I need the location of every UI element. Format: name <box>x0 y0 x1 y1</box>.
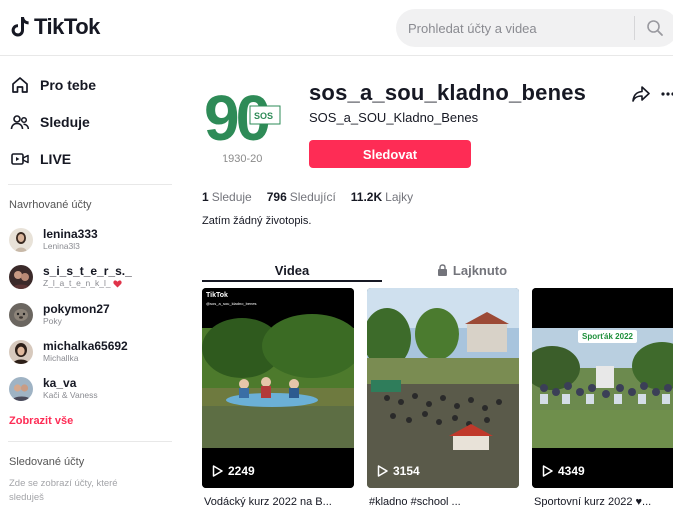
sidebar-divider <box>8 441 172 442</box>
account-nickname: Z_l_a_t_e_n_k_l_ <box>43 278 111 288</box>
account-name: michalka65692 <box>43 339 128 353</box>
nav-following-label: Sleduje <box>40 114 90 130</box>
profile-username: sos_a_sou_kladno_benes <box>309 80 587 105</box>
suggested-account-pokymon27[interactable]: pokymon27 Poky <box>9 302 110 327</box>
tab-videos[interactable]: Videa <box>202 258 382 282</box>
search-button[interactable] <box>635 9 673 47</box>
tab-liked-label: Lajknuto <box>452 262 508 278</box>
video-caption[interactable]: #kladno #school ... <box>369 496 521 507</box>
video-view-count: 4349 <box>558 464 585 478</box>
video-thumbnail <box>532 288 673 488</box>
account-name: ka_va <box>43 376 77 390</box>
tab-videos-label: Videa <box>274 262 310 278</box>
stat-following[interactable]: 1 Sleduje <box>202 190 252 204</box>
search-icon <box>647 20 663 36</box>
likes-count: 11.2K <box>350 190 383 204</box>
profile-display-name: SOS_a_SOU_Kladno_Benes <box>309 110 479 125</box>
suggested-account-lenina333[interactable]: lenina333 Lenina3l3 <box>9 227 98 252</box>
tab-liked[interactable]: Lajknuto <box>382 258 562 282</box>
suggested-account-sisters[interactable]: s_i_s_t_e_r_s._ Z_l_a_t_e_n_k_l_ <box>9 264 132 289</box>
svg-text:SOS: SOS <box>254 111 273 121</box>
video-caption[interactable]: Sportovní kurz 2022 ♥... <box>534 496 673 507</box>
video-view-count: 3154 <box>393 464 420 478</box>
avatar-logo-years: 1930-20 <box>222 153 262 165</box>
suggested-accounts-title: Navrhované účty <box>9 199 92 211</box>
account-name: s_i_s_t_e_r_s._ <box>43 264 132 278</box>
video-caption[interactable]: Vodácký kurz 2022 na B... <box>204 496 356 507</box>
sidebar-divider <box>8 184 172 185</box>
followed-accounts-empty-text: Zde se zobrazí účty, které sleduješ <box>9 478 118 503</box>
play-icon <box>377 465 388 477</box>
likes-label: Lajky <box>385 190 414 204</box>
account-nickname: Kači & Vaness <box>43 390 98 400</box>
nav-following[interactable]: Sleduje <box>10 112 90 132</box>
profile-avatar[interactable]: 90 SOS 1930-20 <box>202 76 294 168</box>
video-views: 4349 <box>542 464 585 478</box>
video-watermark: TikTok @sos_a_sou_kladno_benes <box>206 292 257 306</box>
video-card[interactable]: 3154 <box>367 288 519 488</box>
nav-live-label: LIVE <box>40 151 72 167</box>
video-card[interactable]: TikTok @sos_a_sou_kladno_benes 2249 <box>202 288 354 488</box>
stat-followers[interactable]: 796 Sledující <box>267 190 336 204</box>
suggested-account-ka-va[interactable]: ka_va Kači & Vaness <box>9 376 98 401</box>
following-count: 1 <box>202 190 209 204</box>
profile-bio: Zatím žádný životopis. <box>202 215 312 227</box>
sidebar: Pro tebe Sleduje LIVE Navrhované účty le… <box>0 56 190 507</box>
followers-count: 796 <box>266 190 287 204</box>
suggested-account-michalka65692[interactable]: michalka65692 Michallka <box>9 339 128 364</box>
avatar <box>9 339 33 364</box>
following-icon <box>10 112 30 132</box>
live-icon <box>10 149 30 169</box>
following-label: Sleduje <box>211 190 252 204</box>
more-options-icon[interactable] <box>660 84 673 104</box>
profile-stats: 1 Sleduje 796 Sledující 11.2K Lajky <box>202 190 413 204</box>
video-view-count: 2249 <box>228 464 255 478</box>
account-nickname-row: Z_l_a_t_e_n_k_l_ <box>43 278 132 289</box>
tiktok-note-icon <box>11 17 29 37</box>
logo-wordmark: TikTok <box>34 14 100 39</box>
play-icon <box>542 465 553 477</box>
video-card[interactable]: Sporťák 2022 4349 <box>532 288 673 488</box>
tiktok-logo[interactable]: TikTok <box>10 14 100 40</box>
search-bar <box>396 9 673 47</box>
nav-live[interactable]: LIVE <box>10 149 71 169</box>
nav-for-you-label: Pro tebe <box>40 77 97 93</box>
home-icon <box>10 75 30 95</box>
account-name: pokymon27 <box>43 302 110 316</box>
avatar <box>9 376 33 401</box>
show-all-link[interactable]: Zobrazit vše <box>9 415 73 427</box>
nav-for-you[interactable]: Pro tebe <box>10 75 96 95</box>
video-views: 3154 <box>377 464 420 478</box>
video-badge: Sporťák 2022 <box>578 330 637 343</box>
video-thumbnail <box>202 288 354 488</box>
video-views: 2249 <box>212 464 255 478</box>
avatar <box>9 264 33 289</box>
lock-icon <box>437 264 447 276</box>
video-thumbnail <box>367 288 519 488</box>
avatar <box>9 227 33 252</box>
search-input[interactable] <box>396 9 634 47</box>
heart-icon <box>112 279 122 288</box>
account-nickname: Poky <box>43 316 62 326</box>
active-tab-indicator <box>202 280 382 282</box>
account-name: lenina333 <box>43 227 98 241</box>
account-nickname: Michallka <box>43 353 79 363</box>
top-bar: TikTok <box>0 0 673 56</box>
followers-label: Sledující <box>289 190 336 204</box>
share-icon[interactable] <box>631 84 651 104</box>
play-icon <box>212 465 223 477</box>
account-nickname: Lenina3l3 <box>43 241 80 251</box>
stat-likes: 11.2K Lajky <box>351 190 413 204</box>
avatar <box>9 302 33 327</box>
follow-button[interactable]: Sledovat <box>309 140 471 168</box>
followed-accounts-title: Sledované účty <box>9 456 85 468</box>
